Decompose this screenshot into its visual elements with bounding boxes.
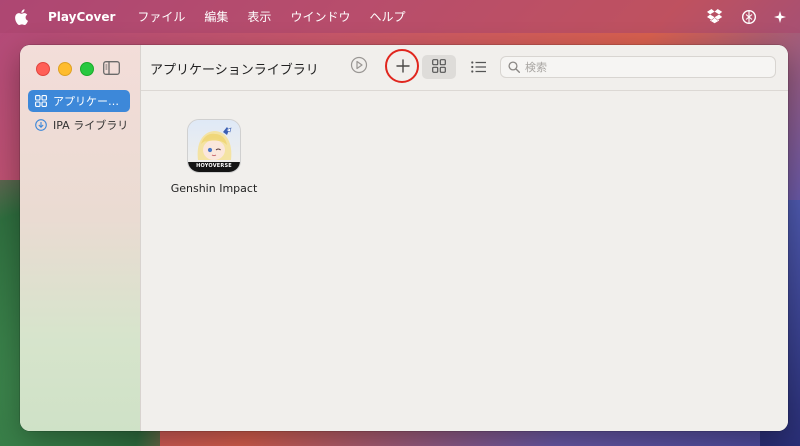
sparkle-icon[interactable] [774, 10, 786, 23]
sidebar-item-app-library[interactable]: アプリケー… [28, 90, 130, 112]
genshin-impact-app-icon[interactable]: HOYOVERSE [187, 119, 241, 173]
add-app-button[interactable] [385, 49, 419, 83]
apple-logo-icon[interactable] [14, 8, 28, 25]
menu-file[interactable]: ファイル [137, 8, 185, 25]
menu-view[interactable]: 表示 [247, 8, 271, 25]
window-controls [36, 62, 94, 76]
toolbar: アプリケーションライブラリ [141, 45, 788, 91]
dropbox-icon[interactable] [707, 9, 724, 24]
play-button[interactable] [349, 56, 369, 78]
search-field[interactable] [500, 56, 776, 78]
sidebar-item-label: アプリケー… [53, 95, 119, 108]
app-icon-brand-text: HOYOVERSE [196, 163, 232, 169]
minimize-window-button[interactable] [58, 62, 72, 76]
app-library-grid: HOYOVERSE Genshin Impact [141, 91, 788, 431]
page-title: アプリケーションライブラリ [150, 63, 319, 78]
sidebar-item-ipa-library[interactable]: IPA ライブラリ [28, 114, 130, 136]
menu-window[interactable]: ウインドウ [290, 8, 350, 25]
sidebar: アプリケー… IPA ライブラリ [20, 45, 141, 431]
download-circle-icon [35, 119, 47, 131]
openai-icon[interactable] [741, 9, 757, 25]
sidebar-toggle-icon[interactable] [103, 60, 120, 75]
grid-icon [35, 95, 47, 107]
search-input[interactable] [525, 60, 755, 74]
list-view-icon [470, 58, 486, 77]
app-name: Genshin Impact [170, 182, 258, 195]
close-window-button[interactable] [36, 62, 50, 76]
grid-view-button[interactable] [422, 55, 456, 79]
menu-help[interactable]: ヘルプ [369, 8, 405, 25]
menu-bar: PlayCover ファイル 編集 表示 ウインドウ ヘルプ [0, 0, 800, 33]
search-icon [508, 61, 520, 73]
menu-app-name[interactable]: PlayCover [48, 10, 115, 24]
play-circle-icon [350, 56, 368, 78]
list-view-button[interactable] [461, 55, 495, 79]
grid-view-icon [432, 58, 446, 77]
zoom-window-button[interactable] [80, 62, 94, 76]
menu-edit[interactable]: 編集 [204, 8, 228, 25]
playcover-window: アプリケー… IPA ライブラリ アプリケーションライブラリ 検索 HOYOVE… [20, 45, 788, 431]
app-tile-genshin-impact[interactable]: HOYOVERSE Genshin Impact [169, 119, 259, 195]
sidebar-item-label: IPA ライブラリ [53, 119, 129, 132]
highlight-circle [385, 49, 419, 83]
